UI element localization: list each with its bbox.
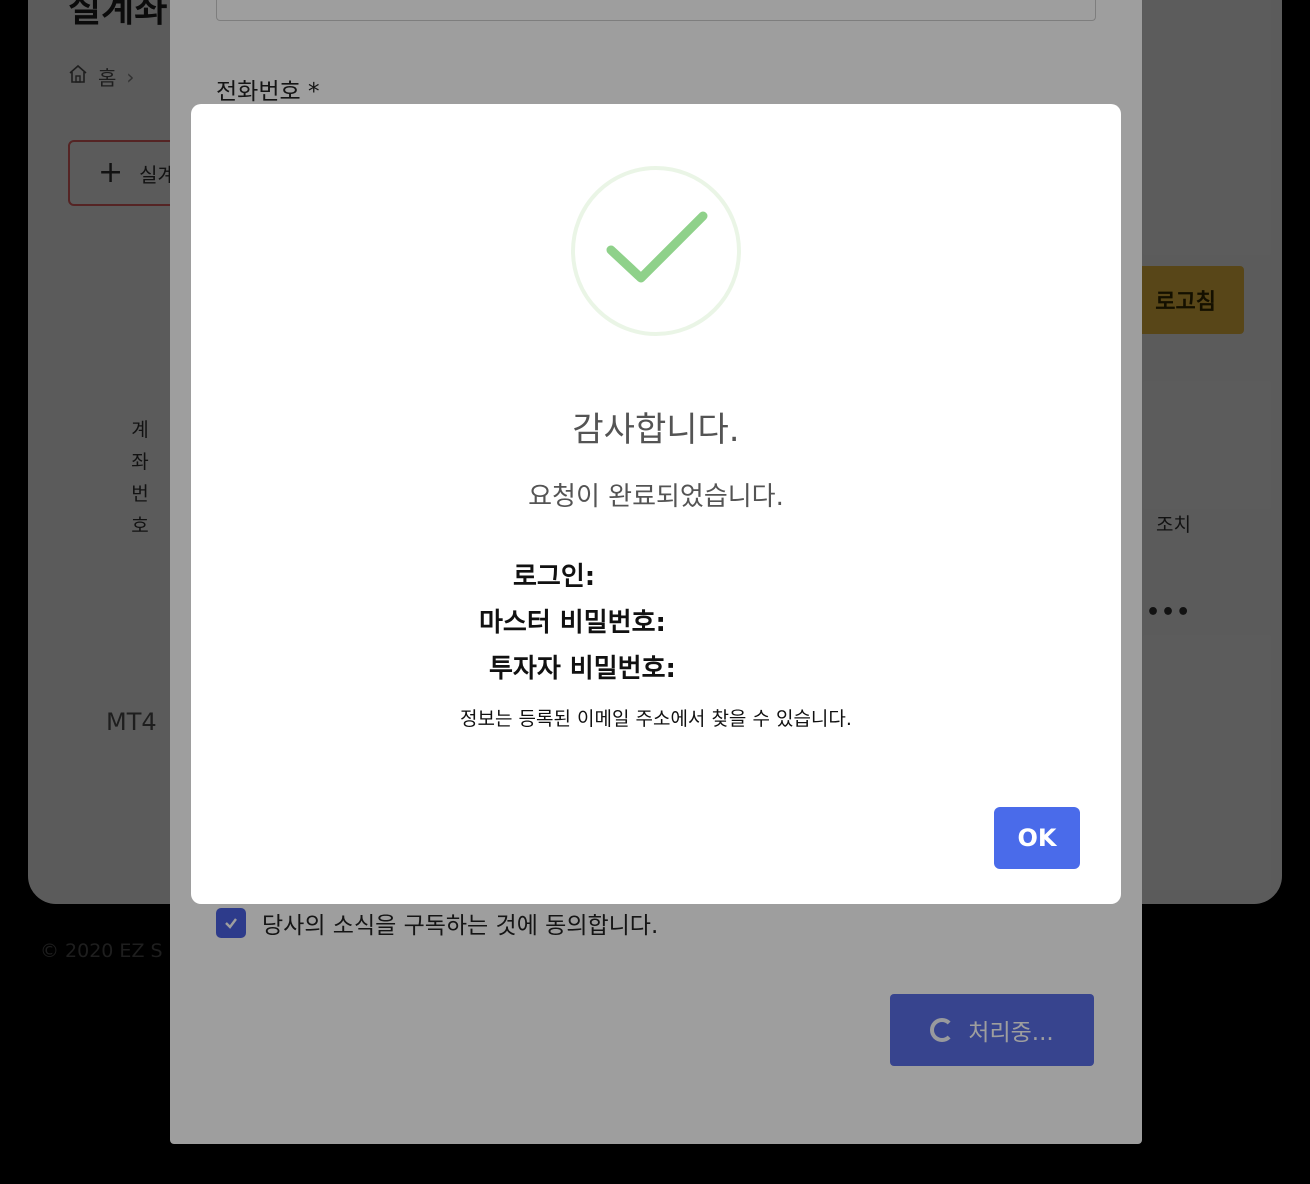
success-dialog: 감사합니다. 요청이 완료되었습니다. 로그인: 마스터 비밀번호: 투자자 비… <box>191 104 1121 904</box>
success-icon <box>571 166 741 336</box>
master-password-label: 마스터 비밀번호: <box>479 608 666 638</box>
investor-password-label: 투자자 비밀번호: <box>489 654 676 684</box>
dialog-note: 정보는 등록된 이메일 주소에서 찾을 수 있습니다. <box>460 708 852 730</box>
dialog-subtitle: 요청이 완료되었습니다. <box>528 482 784 512</box>
dialog-title: 감사합니다. <box>572 410 740 450</box>
ok-button[interactable]: OK <box>994 807 1080 869</box>
login-label: 로그인: <box>513 562 596 592</box>
checkmark-icon <box>606 211 708 283</box>
